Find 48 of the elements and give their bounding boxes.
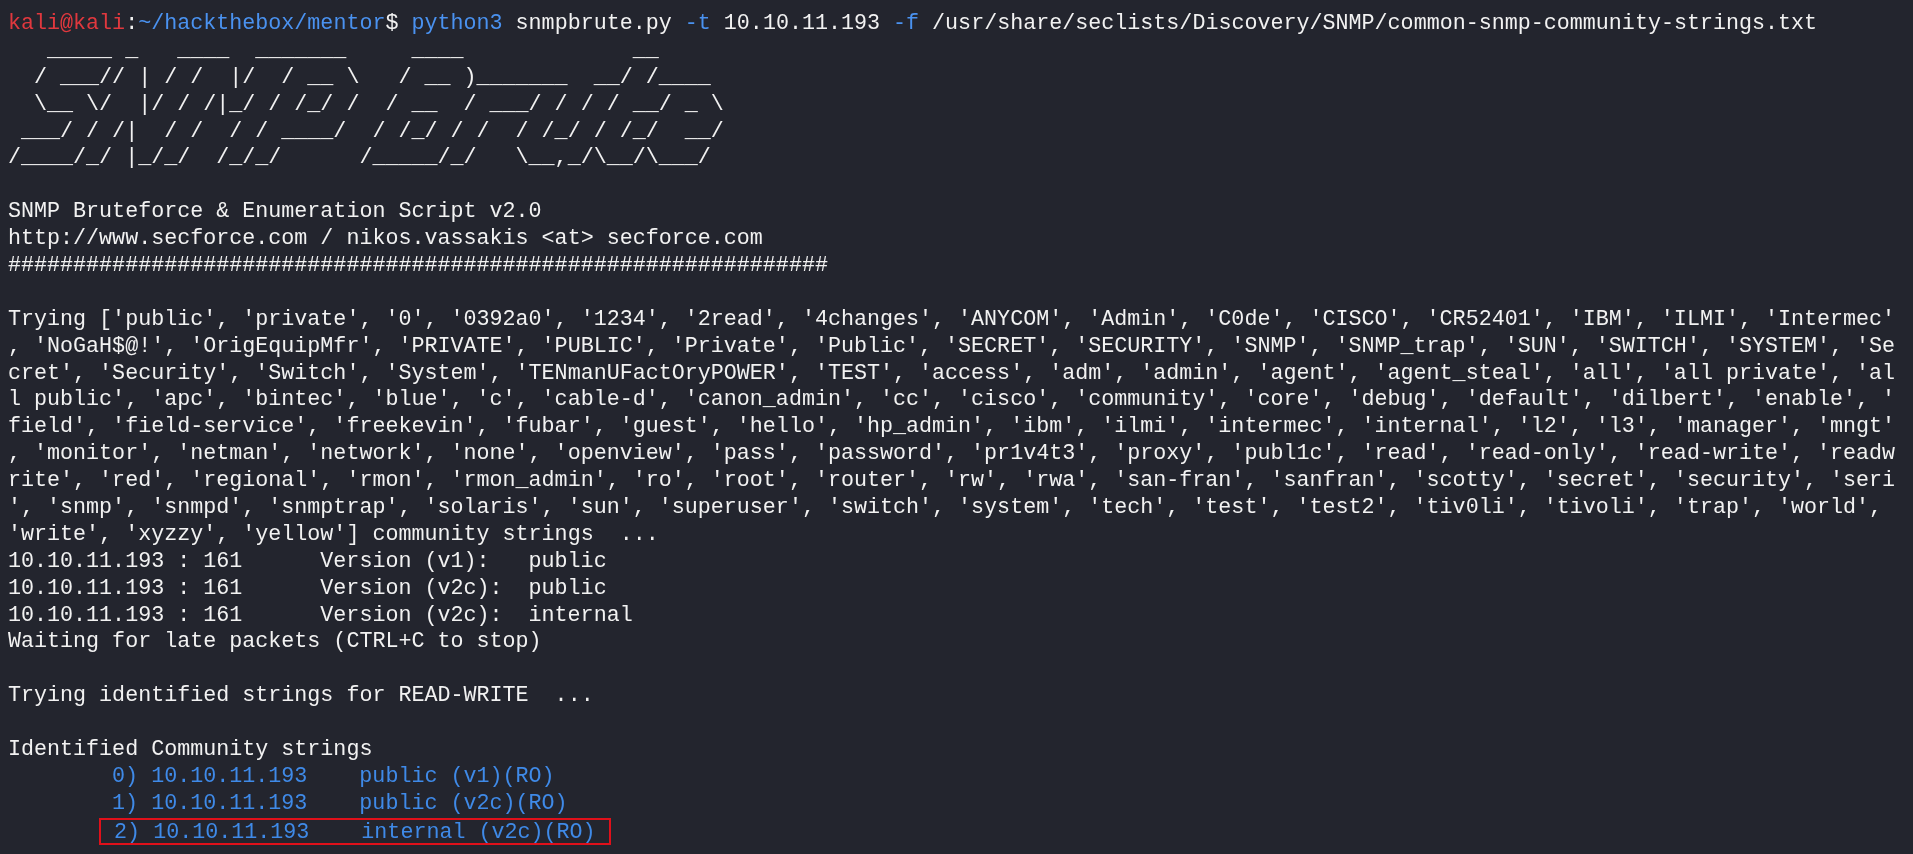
output-line: 'write', 'xyzzy', 'yellow'] community strings ...	[8, 521, 659, 549]
output-line: Trying identified strings for READ-WRITE ...	[8, 683, 594, 711]
result-ip: 10.10.11.193	[151, 763, 309, 791]
ascii-banner-line: _____ _ ____ _______ ____ __	[46, 37, 659, 65]
ascii-banner-line: / ___// | / / |/ / __ \ / __ )_______ __/ /____	[33, 64, 711, 92]
output-line: , 'NoGaH$@!', 'OrigEquipMfr', 'PRIVATE', 'PUBLIC', 'Private', 'Public', 'SECRET', 'SECURITY', 'SNMP', 'SNMP_trap', 'SUN', 'SWITCH', 'SYSTEM', 'Se	[8, 333, 1896, 361]
output-line: Trying ['public', 'private', '0', '0392a0', '1234', '2read', '4changes', 'ANYCOM', 'Admin', 'C0de', 'CISCO', 'CR52401', 'IBM', 'ILMI', 'Intermec'	[8, 306, 1896, 334]
ascii-banner-line: \__ \/ |/ / /|_/ / /_/ / / __ / ___/ / / / __/ _ \	[33, 91, 724, 119]
prompt-separator: :	[125, 11, 139, 38]
community-string: public	[528, 575, 607, 603]
community-string: internal	[528, 602, 633, 630]
ascii-banner-line: /____/_/ |_/_/ /_/_/ /_____/_/ \__,_/\__/\___/	[8, 145, 711, 173]
output-line: rite', 'red', 'regional', 'rmon', 'rmon_admin', 'ro', 'root', 'router', 'rw', 'rwa', 'san-fran', 'sanfran', 'scotty', 'secret', 'security', 'seri	[8, 468, 1896, 496]
result-community: public (v1)(RO)	[359, 763, 555, 791]
command-program-text: python3	[410, 11, 503, 38]
snmp-version: Version (v2c):	[320, 575, 504, 603]
output-line: Identified Community strings	[8, 737, 373, 764]
command-arg-text: 10.10.11.193	[722, 11, 881, 38]
output-line: , 'monitor', 'netman', 'network', 'none', 'openview', 'pass', 'password', 'pr1v4t3', 'proxy', 'publ1c', 'read', 'read-only', 'read-write', 'readw	[8, 441, 1896, 469]
snmp-version: Version (v1):	[320, 548, 491, 576]
prompt-symbol: $	[385, 11, 399, 38]
result-index: 2)	[114, 819, 142, 843]
community-string: public	[528, 548, 607, 576]
host-port: 10.10.11.193 : 161	[8, 602, 244, 630]
output-line: ###############################################################	[8, 253, 828, 280]
host-port: 10.10.11.193 : 161	[8, 575, 244, 603]
result-ip: 10.10.11.193	[153, 819, 311, 843]
result-index: 0)	[112, 763, 140, 791]
output-line: ', 'snmp', 'snmpd', 'snmptrap', 'solaris', 'sun', 'superuser', 'switch', 'system', 'tech', 'test', 'test2', 'tiv0li', 'tivoli', 'trap', 'world',	[8, 495, 1883, 522]
prompt-path: ~/hackthebox/mentor	[138, 11, 386, 38]
output-line: l public', 'apc', 'bintec', 'blue', 'c', 'cable-d', 'canon_admin', 'cc', 'cisco', 'community', 'core', 'debug', 'default', 'dilbert', 'enable', '	[8, 387, 1896, 415]
snmp-version: Version (v2c):	[320, 602, 504, 630]
host-port: 10.10.11.193 : 161	[8, 548, 244, 576]
output-line: Waiting for late packets (CTRL+C to stop)	[8, 629, 542, 657]
ascii-banner-line: ___/ / /| / / / / ____/ / /_/ / / / /_/ / /_/ __/	[20, 118, 724, 146]
command-flag-text: -f	[892, 11, 920, 38]
result-ip: 10.10.11.193	[151, 790, 309, 818]
command-arg-text: /usr/share/seclists/Discovery/SNMP/common-snmp-community-strings.txt	[931, 11, 1818, 38]
output-line: http://www.secforce.com / nikos.vassakis <at> secforce.com	[8, 226, 763, 253]
result-index: 1)	[112, 790, 140, 818]
command-flag-text: -t	[683, 11, 711, 38]
prompt-user-host: kali@kali	[8, 11, 126, 38]
output-line: field', 'field-service', 'freekevin', 'fubar', 'guest', 'hello', 'hp_admin', 'ibm', 'ilmi', 'intermec', 'internal', 'l2', 'l3', 'manager', 'mngt'	[8, 414, 1896, 442]
result-community: public (v2c)(RO)	[359, 790, 568, 818]
result-community: internal (v2c)(RO)	[361, 819, 596, 843]
output-line: cret', 'Security', 'Switch', 'System', 'TENmanUFactOryPOWER', 'TEST', 'access', 'adm', 'admin', 'agent', 'agent_steal', 'all', 'all private', 'al	[8, 360, 1896, 388]
output-line: SNMP Bruteforce & Enumeration Script v2.0	[8, 199, 542, 227]
command-arg-text: snmpbrute.py	[514, 11, 672, 38]
